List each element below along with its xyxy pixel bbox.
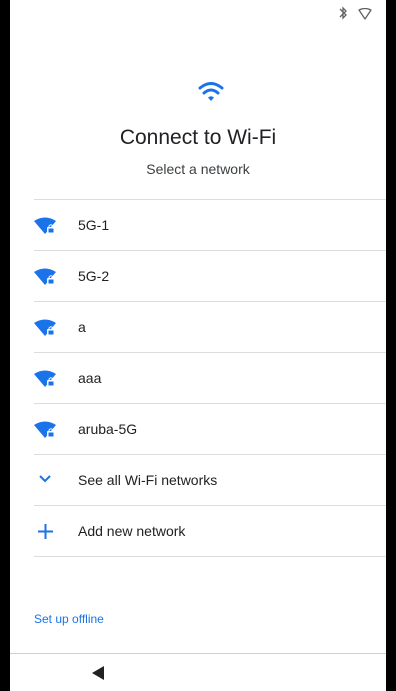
network-item-aaa[interactable]: aaa bbox=[34, 352, 386, 403]
navigation-bar bbox=[10, 653, 386, 691]
wifi-outline-icon bbox=[358, 8, 372, 20]
add-network-button[interactable]: Add new network bbox=[34, 505, 386, 557]
page-title: Connect to Wi-Fi bbox=[119, 126, 277, 149]
network-list: 5G-1 5G-2 a aaa aruba-5G See all Wi-Fi n… bbox=[34, 199, 386, 557]
chevron-down-icon bbox=[39, 475, 51, 483]
network-item-5g-2[interactable]: 5G-2 bbox=[34, 250, 386, 301]
network-name: aaa bbox=[78, 370, 102, 386]
screen: Connect to Wi-Fi Select a network 5G-1 5… bbox=[10, 0, 386, 691]
network-item-5g-1[interactable]: 5G-1 bbox=[34, 199, 386, 250]
back-triangle-icon[interactable] bbox=[92, 666, 104, 680]
network-name: a bbox=[78, 319, 86, 335]
bluetooth-icon bbox=[339, 6, 347, 20]
wifi-icon bbox=[198, 82, 224, 101]
network-item-a[interactable]: a bbox=[34, 301, 386, 352]
wifi-locked-icon bbox=[34, 370, 56, 387]
wifi-locked-icon bbox=[34, 319, 56, 336]
page-subtitle: Select a network bbox=[146, 161, 250, 177]
status-bar bbox=[10, 0, 386, 24]
wifi-locked-icon bbox=[34, 421, 56, 438]
wifi-locked-icon bbox=[34, 217, 56, 234]
network-name: 5G-1 bbox=[78, 217, 110, 233]
add-network-label: Add new network bbox=[78, 523, 186, 539]
set-up-offline-link[interactable]: Set up offline bbox=[34, 612, 104, 626]
network-item-aruba-5g[interactable]: aruba-5G bbox=[34, 403, 386, 454]
wifi-locked-icon bbox=[34, 268, 56, 285]
network-name: aruba-5G bbox=[78, 421, 138, 437]
network-name: 5G-2 bbox=[78, 268, 110, 284]
see-all-networks-button[interactable]: See all Wi-Fi networks bbox=[34, 454, 386, 505]
see-all-label: See all Wi-Fi networks bbox=[78, 472, 218, 488]
plus-icon bbox=[38, 524, 53, 539]
